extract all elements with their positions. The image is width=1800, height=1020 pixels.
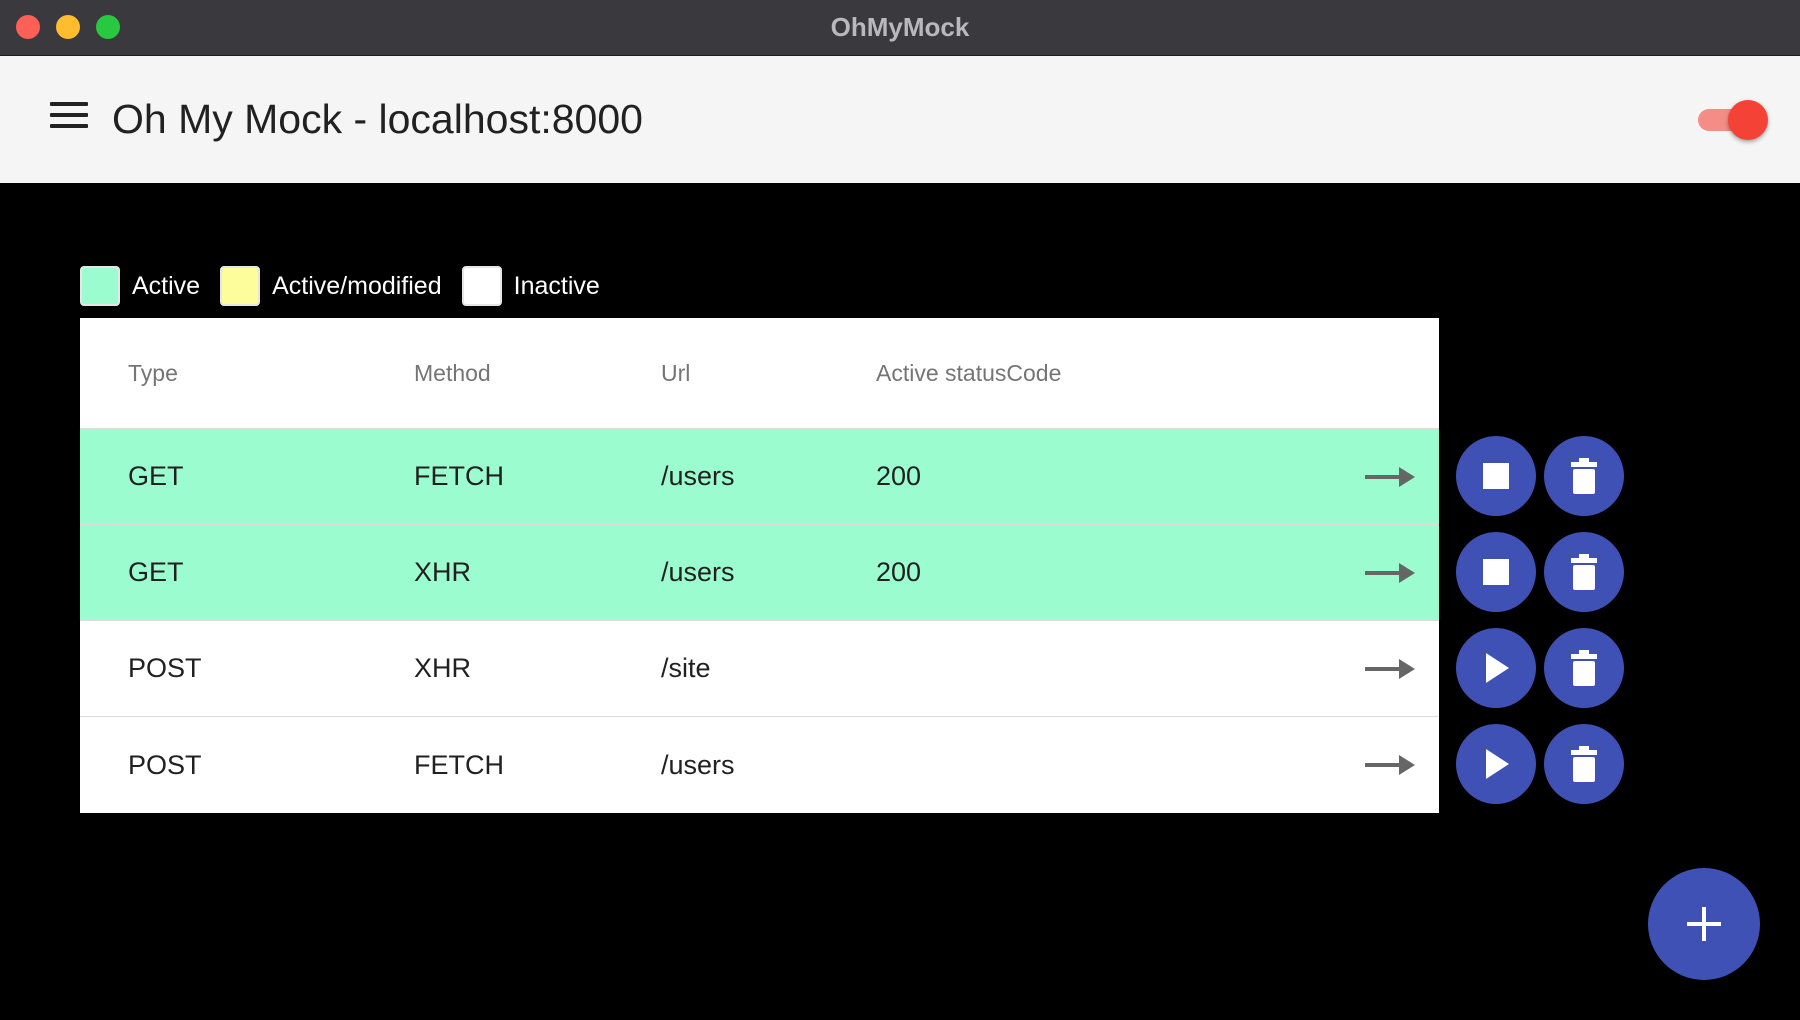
trash-icon xyxy=(1571,458,1597,494)
page-title: Oh My Mock - localhost:8000 xyxy=(112,96,643,142)
cell-url: /site xyxy=(661,653,711,683)
play-icon xyxy=(1486,653,1509,683)
cell-type: GET xyxy=(128,461,184,491)
cell-url: /users xyxy=(661,461,735,491)
table-row[interactable]: GET FETCH /users 200 xyxy=(80,429,1439,525)
stop-icon xyxy=(1483,559,1509,585)
trash-icon xyxy=(1571,554,1597,590)
cell-status: 200 xyxy=(876,461,922,491)
cell-url: /users xyxy=(661,749,735,780)
window-title: OhMyMock xyxy=(830,12,970,42)
trash-icon xyxy=(1571,746,1597,782)
cell-url: /users xyxy=(661,557,735,587)
cell-method: XHR xyxy=(414,557,472,587)
table-row[interactable]: POST XHR /site xyxy=(80,621,1439,717)
table-header: Type Method Url Active statusCode xyxy=(80,318,1439,429)
mocks-table: Type Method Url Active statusCode GET FE… xyxy=(80,318,1439,813)
play-icon xyxy=(1486,749,1509,779)
cell-method: XHR xyxy=(414,653,472,683)
legend-item-inactive: Inactive xyxy=(461,266,600,306)
column-header-type[interactable]: Type xyxy=(128,318,178,428)
legend-label: Active xyxy=(132,271,201,300)
cell-type: POST xyxy=(128,653,202,683)
stop-button[interactable] xyxy=(1456,532,1536,612)
play-button[interactable] xyxy=(1456,628,1536,708)
delete-button[interactable] xyxy=(1544,532,1624,612)
app-window: OhMyMock Oh My Mock - localhost:8000 Act… xyxy=(0,0,1800,1020)
legend-swatch xyxy=(220,266,261,306)
legend-item-active-modified: Active/modified xyxy=(220,266,442,306)
arrow-right-icon[interactable] xyxy=(1365,621,1415,716)
column-header-url[interactable]: Url xyxy=(661,318,690,428)
delete-button[interactable] xyxy=(1544,436,1624,516)
legend-item-active: Active xyxy=(80,266,200,306)
title-bar: OhMyMock xyxy=(0,0,1800,56)
cell-method: FETCH xyxy=(414,461,504,491)
cell-type: GET xyxy=(128,557,184,587)
column-header-status[interactable]: Active statusCode xyxy=(876,318,1061,428)
legend-label: Inactive xyxy=(513,271,600,300)
cell-method: FETCH xyxy=(414,749,504,780)
play-button[interactable] xyxy=(1456,724,1536,804)
table-row[interactable]: POST FETCH /users xyxy=(80,717,1439,813)
legend-swatch xyxy=(80,266,120,306)
mock-enabled-toggle[interactable] xyxy=(1694,100,1768,140)
table-row[interactable]: GET XHR /users 200 xyxy=(80,525,1439,621)
state-legend: Active Active/modified Inactive xyxy=(80,264,620,308)
plus-icon xyxy=(1687,907,1721,941)
column-header-method[interactable]: Method xyxy=(414,318,491,428)
trash-icon xyxy=(1571,650,1597,686)
hamburger-menu-icon[interactable] xyxy=(50,102,90,134)
stop-icon xyxy=(1483,463,1509,489)
app-toolbar: Oh My Mock - localhost:8000 xyxy=(0,56,1800,183)
cell-status: 200 xyxy=(876,557,922,587)
legend-swatch xyxy=(461,266,502,306)
delete-button[interactable] xyxy=(1544,724,1624,804)
arrow-right-icon[interactable] xyxy=(1365,717,1415,813)
arrow-right-icon[interactable] xyxy=(1365,525,1415,620)
stop-button[interactable] xyxy=(1456,436,1536,516)
arrow-right-icon[interactable] xyxy=(1365,429,1415,524)
cell-type: POST xyxy=(128,749,202,780)
delete-button[interactable] xyxy=(1544,628,1624,708)
legend-label: Active/modified xyxy=(272,271,442,300)
add-mock-button[interactable] xyxy=(1648,868,1760,980)
